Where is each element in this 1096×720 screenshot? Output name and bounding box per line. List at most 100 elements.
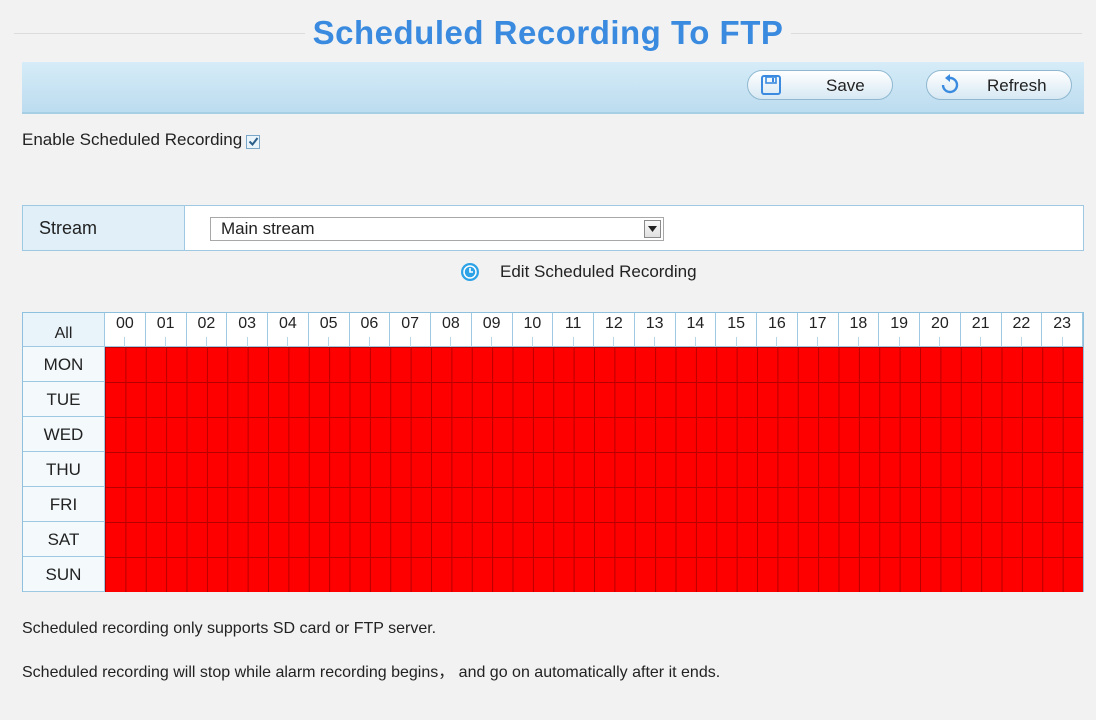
half-hour-selectors[interactable] — [839, 337, 879, 347]
hour-label: 10 — [523, 315, 542, 332]
hour-label: 03 — [238, 315, 257, 332]
refresh-icon — [941, 74, 959, 94]
half-hour-selectors[interactable] — [635, 337, 675, 347]
hour-header-10[interactable]: 10 — [512, 313, 554, 347]
hour-header-19[interactable]: 19 — [879, 313, 920, 347]
hour-label: 14 — [686, 315, 705, 332]
day-row-tue[interactable]: TUE — [23, 382, 105, 417]
edit-schedule-link[interactable]: Edit Scheduled Recording — [460, 262, 697, 282]
half-hour-selectors[interactable] — [1042, 337, 1082, 347]
stream-row: Stream Main stream — [22, 205, 1084, 251]
hour-header-22[interactable]: 22 — [1001, 313, 1043, 347]
hour-header-07[interactable]: 07 — [390, 313, 431, 347]
refresh-button[interactable]: Refresh — [926, 70, 1072, 100]
hour-label: 08 — [441, 315, 460, 332]
hour-label: 16 — [767, 315, 786, 332]
half-hour-selectors[interactable] — [268, 337, 308, 347]
note-alarm-recording: Scheduled recording will stop while alar… — [22, 664, 721, 681]
half-hour-selectors[interactable] — [920, 337, 960, 347]
hour-header-16[interactable]: 16 — [757, 313, 798, 347]
half-hour-selectors[interactable] — [187, 337, 227, 347]
half-hour-selectors[interactable] — [390, 337, 430, 347]
hour-header-06[interactable]: 06 — [349, 313, 391, 347]
hour-header-04[interactable]: 04 — [268, 313, 309, 347]
half-hour-selectors[interactable] — [309, 337, 349, 347]
hour-header-14[interactable]: 14 — [675, 313, 717, 347]
half-hour-selectors[interactable] — [879, 337, 919, 347]
checkmark-icon — [249, 136, 259, 146]
refresh-label: Refresh — [987, 76, 1047, 95]
hour-label: 15 — [727, 315, 746, 332]
half-hour-selectors[interactable] — [431, 337, 471, 347]
half-hour-selectors[interactable] — [676, 337, 716, 347]
hour-header-17[interactable]: 17 — [797, 313, 839, 347]
hour-header-11[interactable]: 11 — [553, 313, 594, 347]
day-row-thu[interactable]: THU — [23, 452, 105, 487]
day-row-fri[interactable]: FRI — [23, 487, 105, 522]
stream-label: Stream — [23, 206, 185, 250]
hour-header-00[interactable]: 00 — [105, 313, 146, 347]
clock-icon — [461, 263, 479, 281]
toolbar: Save Refresh — [22, 62, 1084, 114]
save-icon — [761, 75, 781, 95]
stream-select-value: Main stream — [221, 219, 315, 238]
hour-header-02[interactable]: 02 — [186, 313, 228, 347]
hour-label: 09 — [482, 315, 501, 332]
hour-header-20[interactable]: 20 — [920, 313, 961, 347]
hour-label: 11 — [564, 315, 582, 332]
enable-recording-row: Enable Scheduled Recording — [22, 130, 261, 150]
hour-label: 22 — [1012, 315, 1031, 332]
day-row-sun[interactable]: SUN — [23, 557, 105, 592]
half-hour-selectors[interactable] — [798, 337, 838, 347]
hour-label: 05 — [319, 315, 338, 332]
note-sd-ftp: Scheduled recording only supports SD car… — [22, 620, 437, 637]
hour-header-12[interactable]: 12 — [594, 313, 635, 347]
schedule-cells[interactable] — [105, 347, 1083, 592]
hour-label: 23 — [1053, 315, 1072, 332]
hour-label: 21 — [971, 315, 990, 332]
half-hour-selectors[interactable] — [757, 337, 797, 347]
enable-recording-label: Enable Scheduled Recording — [22, 130, 243, 149]
hour-label: 01 — [156, 315, 175, 332]
hour-label: 07 — [401, 315, 420, 332]
stream-select[interactable]: Main stream — [210, 217, 664, 241]
schedule-grid: All 00 01 02 03 04 05 06 07 08 09 10 11 12 13 14 15 16 17… — [22, 312, 1084, 592]
half-hour-selectors[interactable] — [350, 337, 390, 347]
half-hour-selectors[interactable] — [1002, 337, 1042, 347]
hour-header-08[interactable]: 08 — [431, 313, 472, 347]
day-row-wed[interactable]: WED — [23, 417, 105, 452]
day-row-mon[interactable]: MON — [23, 347, 105, 382]
hour-label: 19 — [890, 315, 909, 332]
half-hour-selectors[interactable] — [146, 337, 186, 347]
day-row-sat[interactable]: SAT — [23, 522, 105, 557]
hour-label: 06 — [360, 315, 379, 332]
half-hour-selectors[interactable] — [553, 337, 593, 347]
save-button[interactable]: Save — [747, 70, 893, 100]
dropdown-arrow-icon[interactable] — [644, 220, 661, 238]
half-hour-selectors[interactable] — [227, 337, 267, 347]
hour-header-05[interactable]: 05 — [308, 313, 350, 347]
select-all-cell[interactable]: All — [23, 313, 105, 347]
hour-header-15[interactable]: 15 — [716, 313, 757, 347]
hour-label: 17 — [808, 315, 827, 332]
half-hour-selectors[interactable] — [513, 337, 553, 347]
hour-header-18[interactable]: 18 — [838, 313, 880, 347]
half-hour-selectors[interactable] — [961, 337, 1001, 347]
enable-recording-checkbox[interactable] — [246, 134, 261, 149]
page-title: Scheduled Recording To FTP — [0, 14, 1096, 52]
hour-header-01[interactable]: 01 — [145, 313, 187, 347]
hour-label: 00 — [115, 315, 134, 332]
hour-header-09[interactable]: 09 — [471, 313, 513, 347]
half-hour-selectors[interactable] — [716, 337, 756, 347]
hour-header-13[interactable]: 13 — [634, 313, 676, 347]
half-hour-selectors[interactable] — [472, 337, 512, 347]
hour-header-21[interactable]: 21 — [960, 313, 1002, 347]
half-hour-selectors[interactable] — [594, 337, 634, 347]
edit-schedule-label: Edit Scheduled Recording — [500, 262, 697, 281]
hours-header: 00 01 02 03 04 05 06 07 08 09 10 11 12 13 14 15 16 17 18 19… — [105, 313, 1083, 347]
hour-label: 18 — [849, 315, 868, 332]
half-hour-selectors[interactable] — [105, 337, 145, 347]
hour-header-23[interactable]: 23 — [1042, 313, 1083, 347]
save-label: Save — [826, 76, 865, 95]
hour-header-03[interactable]: 03 — [227, 313, 268, 347]
